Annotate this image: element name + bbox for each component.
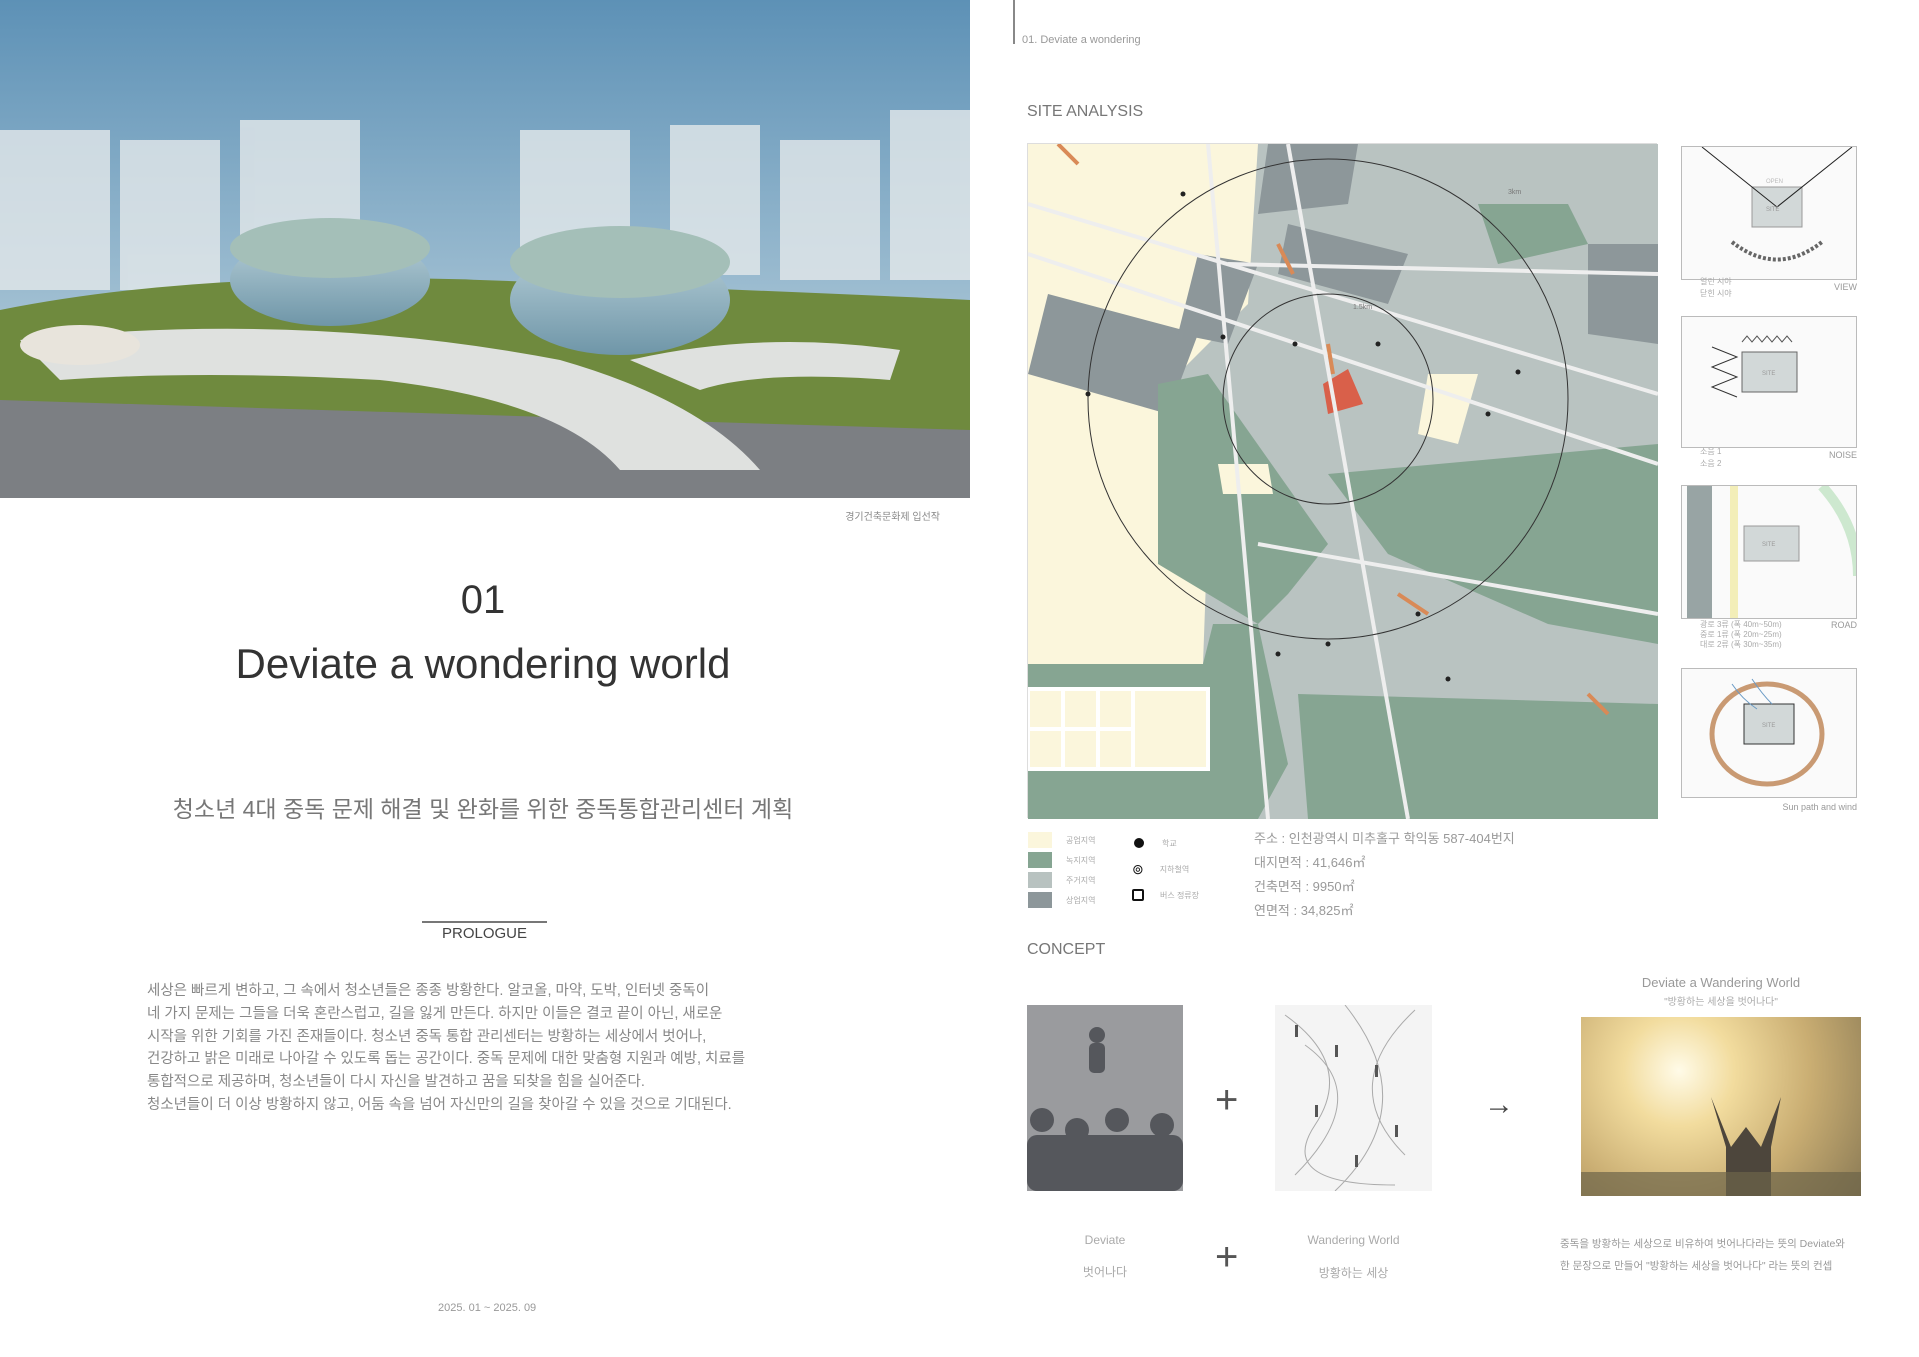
prologue-heading: PROLOGUE <box>441 925 528 942</box>
prologue-divider <box>422 921 547 923</box>
deviate-image <box>1027 1005 1183 1191</box>
rendering-caption: 경기건축문화제 입선작 <box>845 512 940 523</box>
concept-desc-line: 한 문장으로 만들어 "방황하는 세상을 벗어나다" 라는 뜻의 컨셉 <box>1560 1260 1833 1272</box>
concept-desc-line: 중독을 방황하는 세상으로 비유하여 벗어나다라는 뜻의 Deviate와 <box>1560 1238 1845 1250</box>
legend-label: 버스 정류장 <box>1160 890 1200 900</box>
sunrise-image <box>1581 1017 1861 1196</box>
prologue-line: 청소년들이 더 이상 방황하지 않고, 어둠 속을 넘어 자신만의 길을 찾아갈… <box>147 1096 732 1113</box>
noise-legend-2: 소음 2 <box>1700 459 1722 468</box>
page-header: 01. Deviate a wondering <box>1022 34 1141 46</box>
site-area: 대지면적 : 41,646㎡ <box>1254 855 1366 870</box>
zone-legend: 공업지역 녹지지역 주거지역 상업지역 <box>1028 830 1095 910</box>
section-number: 01 <box>460 578 506 622</box>
view-legend-closed: 닫힌 시야 <box>1700 289 1732 298</box>
poi-legend: 학교 ⊚ 지하철역 버스 정류장 <box>1132 830 1199 908</box>
sun-path-label: Sun path and wind <box>1782 802 1857 812</box>
project-date: 2025. 01 ~ 2025. 09 <box>438 1302 537 1314</box>
subway-pin-icon: ⊚ <box>1132 860 1144 877</box>
building-area: 건축면적 : 9950㎡ <box>1254 879 1355 894</box>
concept-deviate-en: Deviate <box>1084 1233 1126 1247</box>
svg-text:SITE: SITE <box>1766 207 1779 213</box>
concept-heading: CONCEPT <box>1027 941 1106 958</box>
header-rule <box>1013 0 1015 44</box>
road-analysis-panel: SITE <box>1681 485 1857 619</box>
concept-wandering-en: Wandering World <box>1307 1233 1400 1247</box>
prologue-line: 시작을 위한 기회를 가진 존재들이다. 청소년 중독 통합 관리센터는 방황하… <box>147 1028 707 1045</box>
legend-residential: 주거지역 <box>1028 870 1095 890</box>
prologue-line: 건강하고 밝은 미래로 나아갈 수 있도록 돕는 공간이다. 중독 문제에 대한… <box>147 1051 746 1068</box>
legend-green: 녹지지역 <box>1028 850 1095 870</box>
school-dot-icon <box>1134 838 1144 848</box>
concept-description: 중독을 방황하는 세상으로 비유하여 벗어나다라는 뜻의 Deviate와 한 … <box>1560 1233 1845 1277</box>
legend-label: 녹지지역 <box>1066 855 1096 865</box>
legend-industrial: 공업지역 <box>1028 830 1095 850</box>
legend-label: 주거지역 <box>1066 875 1096 885</box>
prologue-line: 세상은 빠르게 변하고, 그 속에서 청소년들은 종종 방황한다. 알코올, 마… <box>147 983 710 999</box>
legend-label: 지하철역 <box>1159 864 1190 874</box>
legend-label: 학교 <box>1162 838 1177 848</box>
view-legend-open: 열린 시야 <box>1700 277 1732 286</box>
sun-wind-panel: SITE <box>1681 668 1857 798</box>
plus-icon: + <box>1215 1235 1239 1279</box>
site-address: 주소 : 인천광역시 미추홀구 학익동 587-404번지 <box>1254 831 1515 846</box>
page-subtitle: 청소년 4대 중독 문제 해결 및 완화를 위한 중독통합관리센터 계획 <box>172 796 794 822</box>
road-legend-3: 대로 2류 (폭 30m~35m) <box>1700 640 1782 649</box>
building-rendering <box>0 0 970 498</box>
prologue-line: 네 가지 문제는 그들을 더욱 혼란스럽고, 길을 잃게 만든다. 하지만 이들… <box>147 1005 723 1022</box>
legend-commercial: 상업지역 <box>1028 890 1095 910</box>
bus-icon <box>1132 889 1144 901</box>
svg-text:OPEN: OPEN <box>1766 179 1783 185</box>
prologue-text: 세상은 빠르게 변하고, 그 속에서 청소년들은 종종 방황한다. 알코올, 마… <box>147 980 847 1117</box>
view-analysis-panel: SITE OPEN <box>1681 146 1857 280</box>
arrow-right-icon: → <box>1484 1088 1514 1121</box>
concept-result-quote: "방황하는 세상을 벗어나다" <box>1664 997 1778 1008</box>
page-title: Deviate a wondering world <box>235 640 731 687</box>
noise-legend-1: 소음 1 <box>1700 447 1722 456</box>
total-floor-area: 연면적 : 34,825㎡ <box>1254 903 1354 918</box>
plus-icon: + <box>1215 1078 1239 1122</box>
svg-text:SITE: SITE <box>1762 723 1775 729</box>
radius-label-1.5km: 1.5km <box>1353 304 1372 311</box>
legend-label: 공업지역 <box>1066 835 1096 845</box>
radius-label-3km: 3km <box>1508 189 1521 196</box>
legend-label: 상업지역 <box>1066 895 1096 905</box>
svg-text:SITE: SITE <box>1762 542 1775 548</box>
noise-analysis-panel: SITE <box>1681 316 1857 448</box>
svg-text:SITE: SITE <box>1762 371 1775 377</box>
site-map: 1.5km 3km <box>1026 142 1659 820</box>
concept-wandering-ko: 방황하는 세상 <box>1318 1266 1389 1280</box>
prologue-line: 통합적으로 제공하며, 청소년들이 다시 자신을 발견하고 꿈을 되찾을 힘을 … <box>147 1074 645 1091</box>
site-analysis-heading: SITE ANALYSIS <box>1027 103 1144 120</box>
concept-deviate-ko: 벗어나다 <box>1082 1265 1128 1279</box>
concept-result-title: Deviate a Wandering World <box>1641 975 1801 990</box>
wandering-world-image <box>1275 1005 1432 1191</box>
